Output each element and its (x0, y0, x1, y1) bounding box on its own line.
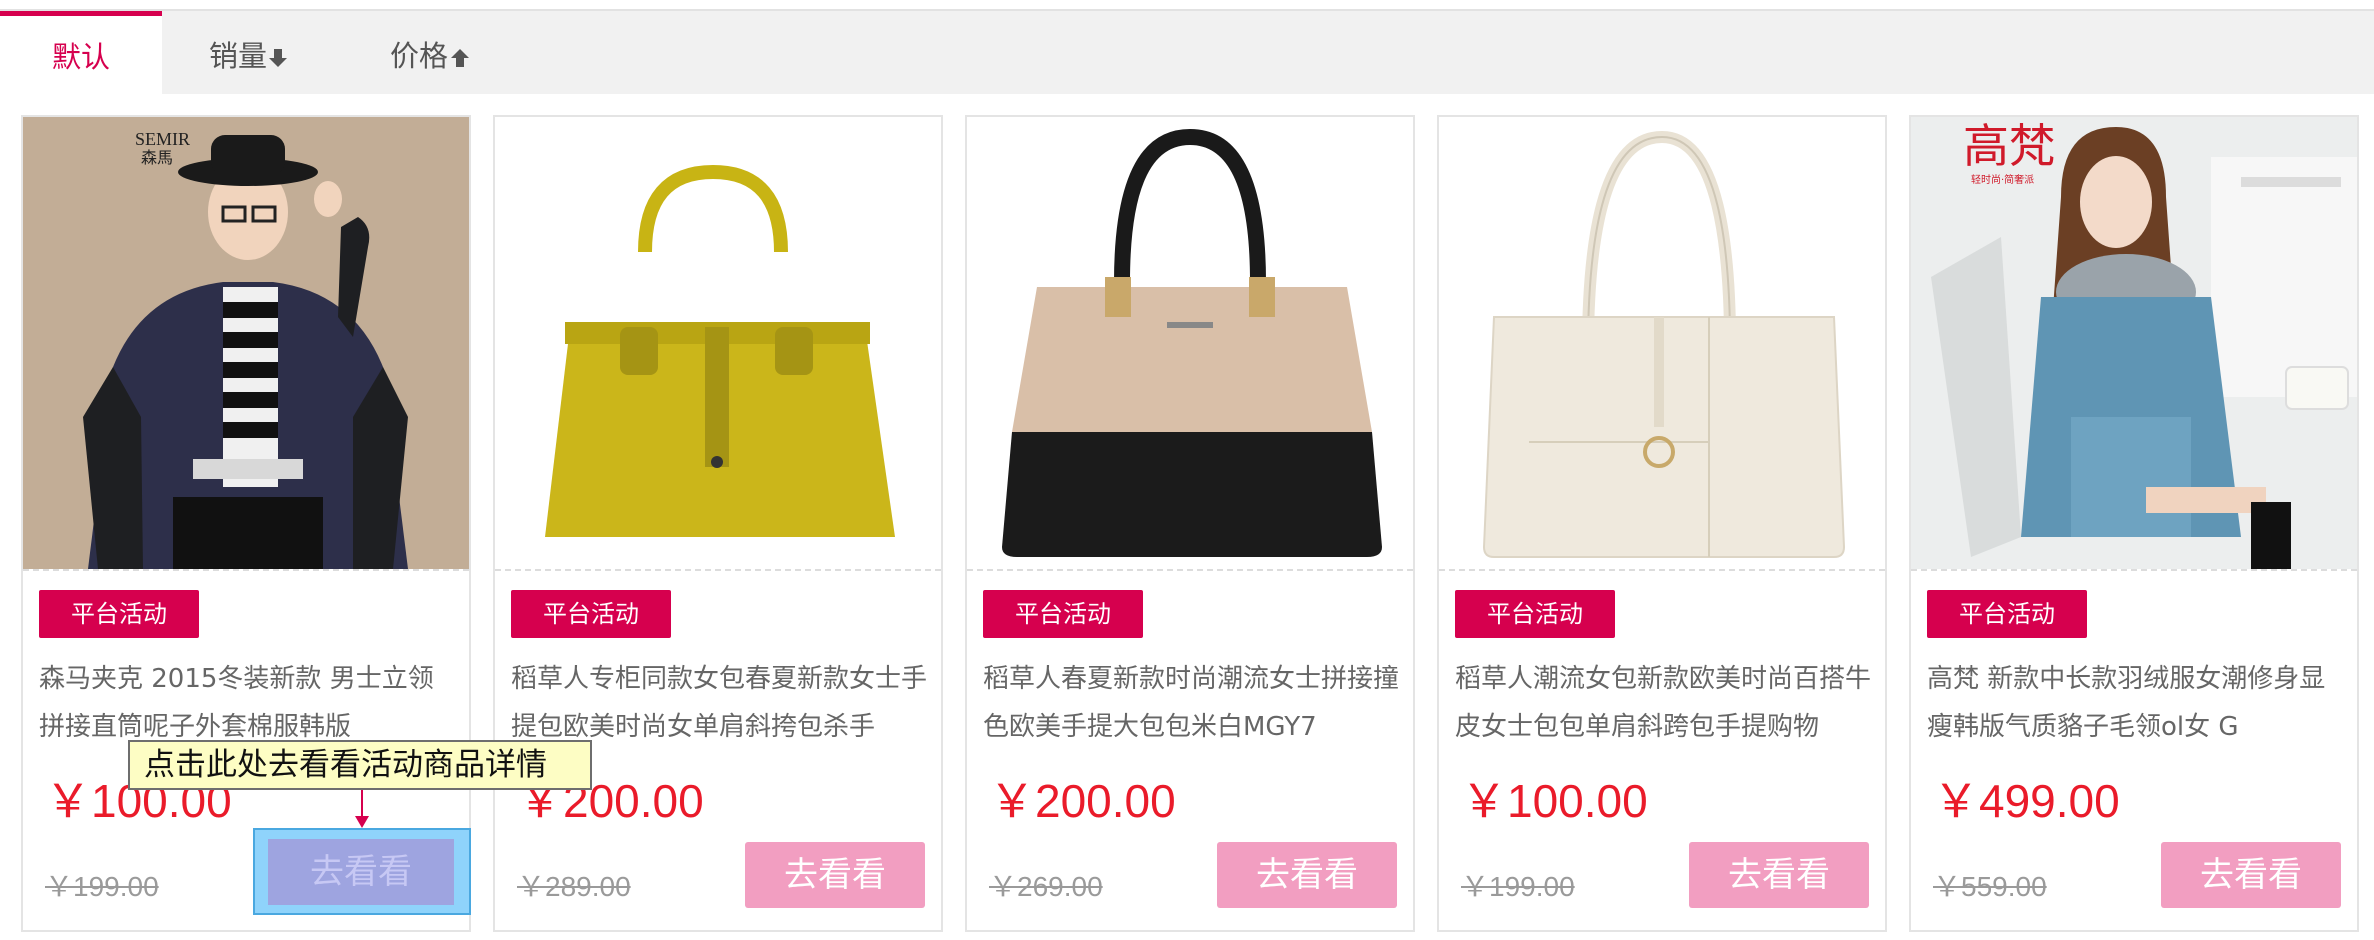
tab-sales-label: 销量 (208, 39, 267, 73)
divider (1439, 569, 1885, 571)
product-price: ￥100.00 (1461, 775, 1648, 827)
status-badge: 平台活动 (1455, 590, 1615, 638)
tab-price-label: 价格 (389, 39, 448, 73)
product-title[interactable]: 稻草人春夏新款时尚潮流女士拼接撞色欧美手提大包包米白MGY7 (983, 655, 1403, 751)
product-title[interactable]: 稻草人潮流女包新款欧美时尚百搭牛皮女士包包单肩斜跨包手提购物 (1455, 655, 1875, 751)
tab-sales[interactable]: 销量 (196, 11, 300, 94)
product-card[interactable]: 平台活动 稻草人潮流女包新款欧美时尚百搭牛皮女士包包单肩斜跨包手提购物 ￥100… (1437, 115, 1887, 932)
product-image[interactable] (495, 117, 941, 569)
original-price: ￥289.00 (517, 871, 631, 902)
svg-text:轻时尚·简奢派: 轻时尚·简奢派 (1971, 173, 2034, 186)
go-view-button[interactable]: 去看看 (268, 839, 454, 905)
product-image[interactable]: 高梵 轻时尚·简奢派 (1911, 117, 2357, 569)
top-border (0, 0, 2374, 11)
sort-tab-bar: 默认 销量 价格 (0, 11, 2374, 94)
go-view-button[interactable]: 去看看 (2161, 842, 2341, 908)
tab-default[interactable]: 默认 (0, 11, 162, 94)
go-view-button[interactable]: 去看看 (1217, 842, 1397, 908)
brand-logo-text: 高梵 (1963, 119, 2055, 173)
product-title[interactable]: 稻草人专柜同款女包春夏新款女士手提包欧美时尚女单肩斜挎包杀手 (511, 655, 931, 751)
product-card[interactable]: 平台活动 稻草人春夏新款时尚潮流女士拼接撞色欧美手提大包包米白MGY7 ￥200… (965, 115, 1415, 932)
go-view-button[interactable]: 去看看 (1689, 842, 1869, 908)
status-badge: 平台活动 (983, 590, 1143, 638)
product-card[interactable]: 高梵 轻时尚·简奢派 平台活动 高梵 新款中长款羽绒服女潮修身显瘦韩版气质貉子毛… (1909, 115, 2359, 932)
guide-tooltip: 点击此处去看看活动商品详情 (128, 740, 592, 790)
divider (1911, 569, 2357, 571)
tooltip-arrow-icon (355, 788, 369, 828)
status-badge: 平台活动 (39, 590, 199, 638)
product-card[interactable]: SEMIR 森馬 平台活动 森马夹克 2015冬装新款 男士立领拼接直筒呢子外套… (21, 115, 471, 932)
product-card[interactable]: 平台活动 稻草人专柜同款女包春夏新款女士手提包欧美时尚女单肩斜挎包杀手 ￥200… (493, 115, 943, 932)
svg-text:森馬: 森馬 (141, 148, 173, 167)
status-badge: 平台活动 (511, 590, 671, 638)
product-title[interactable]: 高梵 新款中长款羽绒服女潮修身显瘦韩版气质貉子毛领ol女 G (1927, 655, 2347, 751)
original-price: ￥199.00 (1461, 871, 1575, 902)
product-price: ￥200.00 (989, 775, 1176, 827)
original-price: ￥199.00 (45, 871, 159, 902)
tab-default-label: 默认 (51, 40, 110, 74)
brand-logo-text: SEMIR (135, 129, 190, 149)
product-image[interactable] (1439, 117, 1885, 569)
original-price: ￥559.00 (1933, 871, 2047, 902)
divider (967, 569, 1413, 571)
go-view-button[interactable]: 去看看 (745, 842, 925, 908)
arrow-down-icon (269, 13, 287, 103)
arrow-up-icon (450, 13, 470, 103)
guide-highlight: 去看看 (253, 828, 471, 915)
original-price: ￥269.00 (989, 871, 1103, 902)
product-title[interactable]: 森马夹克 2015冬装新款 男士立领拼接直筒呢子外套棉服韩版 (39, 655, 459, 751)
product-image[interactable] (967, 117, 1413, 569)
product-price: ￥499.00 (1933, 775, 2120, 827)
divider (23, 569, 469, 571)
tab-price[interactable]: 价格 (378, 11, 482, 94)
product-image[interactable]: SEMIR 森馬 (23, 117, 469, 569)
divider (495, 569, 941, 571)
status-badge: 平台活动 (1927, 590, 2087, 638)
